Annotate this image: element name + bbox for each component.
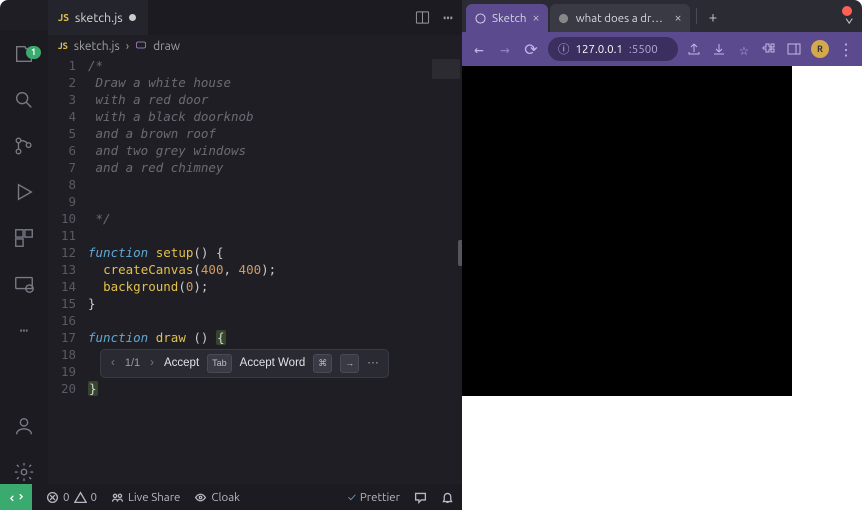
- favicon-icon: [558, 12, 570, 24]
- code-line[interactable]: [88, 312, 452, 329]
- breadcrumb[interactable]: JS sketch.js › draw: [48, 35, 462, 57]
- url-port: :5500: [629, 43, 658, 56]
- dirty-indicator-icon: [129, 14, 136, 21]
- code-line[interactable]: and a brown roof: [88, 125, 452, 142]
- profile-avatar[interactable]: R: [811, 40, 829, 58]
- accept-word-key1: ⌘: [313, 354, 332, 373]
- symbol-icon: [135, 39, 147, 54]
- code-line[interactable]: [88, 193, 452, 210]
- browser-window: Sketch × what does a drawn ca × + ⌄ ← → …: [462, 0, 862, 510]
- breadcrumb-file: sketch.js: [74, 40, 120, 53]
- code-line[interactable]: */: [88, 210, 452, 227]
- browser-viewport: [462, 66, 862, 510]
- reload-button[interactable]: ⟳: [522, 40, 540, 59]
- accept-key: Tab: [207, 354, 232, 373]
- code-line[interactable]: [88, 176, 452, 193]
- browser-tab-sketch[interactable]: Sketch ×: [466, 4, 548, 32]
- code-editor[interactable]: 1234567891011121314151617181920 ‹ 1/1 › …: [48, 57, 462, 484]
- code-line[interactable]: background(0);: [88, 278, 452, 295]
- editor-tab-row: JS sketch.js ⋯: [48, 0, 462, 35]
- js-file-icon: JS: [58, 41, 68, 51]
- url-host: 127.0.0.1: [576, 43, 623, 56]
- desktop: ⋯ 1 JS sketch.js ⋯: [0, 0, 862, 525]
- inline-suggest-toolbar: ‹ 1/1 › Accept Tab Accept Word ⌘ → ⋯: [100, 349, 389, 378]
- code-line[interactable]: }: [88, 295, 452, 312]
- line-gutter: 1234567891011121314151617181920: [48, 57, 88, 484]
- favicon-icon: [474, 12, 486, 24]
- downloads-icon[interactable]: [711, 41, 727, 57]
- problems-counter[interactable]: 0 0: [46, 491, 97, 504]
- browser-tab-search[interactable]: what does a drawn ca ×: [550, 4, 690, 32]
- split-editor-icon[interactable]: [414, 10, 430, 26]
- prev-suggestion-icon[interactable]: ‹: [109, 355, 117, 372]
- breadcrumb-symbol: draw: [153, 40, 180, 53]
- site-info-icon[interactable]: ⓘ: [558, 41, 570, 57]
- chevron-right-icon: ›: [126, 40, 129, 53]
- accept-word-key2: →: [340, 354, 359, 373]
- code-line[interactable]: [88, 227, 452, 244]
- accept-word-button[interactable]: Accept Word: [240, 355, 306, 372]
- run-debug-icon[interactable]: [12, 180, 36, 204]
- remote-indicator[interactable]: [0, 484, 32, 510]
- browser-tab-title: Sketch: [492, 12, 526, 25]
- accept-button[interactable]: Accept: [164, 355, 199, 372]
- code-line[interactable]: with a black doorknob: [88, 108, 452, 125]
- code-line[interactable]: with a red door: [88, 91, 452, 108]
- next-suggestion-icon[interactable]: ›: [148, 355, 156, 372]
- prettier-button[interactable]: ✓ Prettier: [348, 491, 400, 504]
- tab-separator: [696, 8, 697, 24]
- settings-gear-icon[interactable]: [12, 460, 36, 484]
- extensions-puzzle-icon[interactable]: [761, 41, 777, 57]
- browser-menu-icon[interactable]: ⋮: [838, 41, 854, 57]
- status-bar: 0 0 Live Share Cloak ✓ Prettier: [0, 484, 462, 510]
- code-line[interactable]: and a red chimney: [88, 159, 452, 176]
- code-line[interactable]: function setup() {: [88, 244, 452, 261]
- bell-icon[interactable]: [441, 491, 454, 504]
- suggest-more-icon[interactable]: ⋯: [367, 355, 380, 372]
- bookmark-star-icon[interactable]: ☆: [736, 41, 752, 57]
- code-line[interactable]: }: [88, 380, 452, 397]
- search-icon[interactable]: [12, 88, 36, 112]
- js-file-icon: JS: [58, 12, 69, 23]
- tab-filename: sketch.js: [75, 11, 123, 25]
- browser-toolbar: ← → ⟳ ⓘ 127.0.0.1 :5500 ☆: [462, 32, 862, 66]
- side-panel-icon[interactable]: [786, 41, 802, 57]
- more-icon[interactable]: ⋯: [12, 318, 36, 342]
- code-line[interactable]: function draw () {: [88, 329, 452, 346]
- live-share-button[interactable]: Live Share: [111, 491, 180, 504]
- vscode-window: ⋯ 1 JS sketch.js ⋯: [0, 0, 462, 510]
- code-line[interactable]: createCanvas(400, 400);: [88, 261, 452, 278]
- remote-explorer-icon[interactable]: [12, 272, 36, 296]
- source-control-icon[interactable]: [12, 134, 36, 158]
- editor-tab-sketch[interactable]: JS sketch.js: [48, 0, 148, 35]
- extensions-icon[interactable]: [12, 226, 36, 250]
- code-line[interactable]: Draw a white house: [88, 74, 452, 91]
- tab-close-icon[interactable]: ×: [674, 12, 681, 25]
- tab-more-icon[interactable]: ⋯: [440, 10, 456, 26]
- back-button[interactable]: ←: [470, 40, 488, 59]
- browser-tab-strip: Sketch × what does a drawn ca × + ⌄: [462, 0, 862, 32]
- account-icon[interactable]: [12, 414, 36, 438]
- new-tab-button[interactable]: +: [703, 4, 723, 29]
- minimap[interactable]: [432, 59, 460, 79]
- feedback-icon[interactable]: [414, 491, 427, 504]
- forward-button[interactable]: →: [496, 40, 514, 59]
- share-icon[interactable]: [686, 41, 702, 57]
- browser-tab-title: what does a drawn ca: [576, 12, 669, 25]
- code-line[interactable]: /*: [88, 57, 452, 74]
- tab-close-icon[interactable]: ×: [532, 12, 539, 25]
- suggestion-counter: 1/1: [125, 355, 140, 372]
- window-close-button[interactable]: [842, 6, 852, 16]
- p5-canvas: [462, 66, 792, 396]
- address-bar[interactable]: ⓘ 127.0.0.1 :5500: [548, 37, 678, 61]
- explorer-badge: 1: [26, 46, 41, 59]
- cloak-button[interactable]: Cloak: [194, 491, 240, 504]
- code-line[interactable]: and two grey windows: [88, 142, 452, 159]
- activity-bar: ⋯: [0, 30, 48, 484]
- code-area[interactable]: ‹ 1/1 › Accept Tab Accept Word ⌘ → ⋯ /* …: [88, 57, 462, 484]
